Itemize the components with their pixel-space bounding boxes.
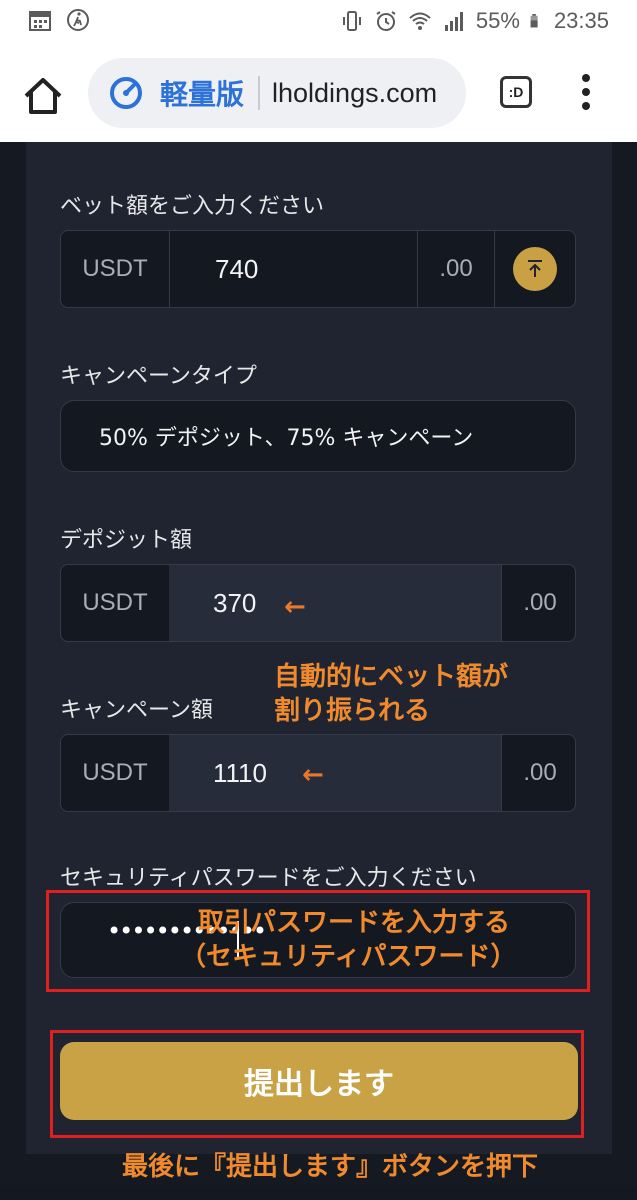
auto-split-annotation-line1: 自動的にベット額が [274,662,509,692]
bet-amount-input[interactable]: 740 [215,231,258,307]
deposit-currency: USDT [61,565,170,641]
battery-percent: 55% [475,8,520,33]
bet-amount-label: ベット額をご入力ください [60,194,325,219]
wifi-icon [409,12,431,30]
deposit-amount-value: 370 [169,565,501,641]
page-bottom-strip [0,1186,637,1200]
campaign-currency: USDT [61,735,170,811]
bet-decimal: .00 [417,231,494,307]
calendar-icon [29,11,51,31]
alarm-icon [376,11,396,31]
address-bar[interactable]: 軽量版 lholdings.com [88,58,466,128]
tab-switcher-button[interactable]: :D [500,76,532,108]
battery-icon [530,14,538,28]
url-text: lholdings.com [272,77,438,108]
security-password-label: セキュリティパスワードをご入力ください [60,866,477,891]
clock-time: 23:35 [553,8,609,33]
bet-currency: USDT [61,231,170,307]
walking-icon [67,9,89,31]
deposit-annotation-arrow: ← [284,592,306,622]
password-highlight-box [46,890,590,992]
campaign-decimal: .00 [501,735,575,811]
campaign-amount-label: キャンペーン額 [60,698,213,723]
campaign-annotation-arrow: ← [302,760,324,790]
deposit-decimal: .00 [501,565,575,641]
campaign-type-select[interactable]: 50% デポジット、75% キャンペーン [60,400,576,472]
bet-amount-field: USDT 740 .00 [60,230,576,308]
lite-mode-label: 軽量版 [160,78,245,111]
max-amount-button[interactable] [513,247,557,291]
signal-icon [444,12,463,31]
deposit-amount-field: USDT 370 .00 [60,564,576,642]
more-menu-icon[interactable] [576,70,596,114]
arrow-up-to-top-icon [528,260,542,277]
campaign-amount-value: 1110 [169,735,501,811]
final-step-annotation: 最後に『提出します』ボタンを押下 [122,1152,539,1182]
vibrate-icon [342,11,361,31]
auto-split-annotation-line2: 割り振られる [274,696,431,726]
status-bar: 55% 23:35 [0,0,637,44]
browser-toolbar: 軽量版 lholdings.com :D [0,44,637,142]
lite-mode-gauge-icon [110,77,142,109]
deposit-amount-label: デポジット額 [60,528,193,553]
bet-max-cell [494,231,575,307]
address-divider [258,76,261,110]
submit-highlight-box [50,1030,584,1138]
campaign-type-label: キャンペーンタイプ [60,364,257,389]
home-icon[interactable] [22,76,64,116]
